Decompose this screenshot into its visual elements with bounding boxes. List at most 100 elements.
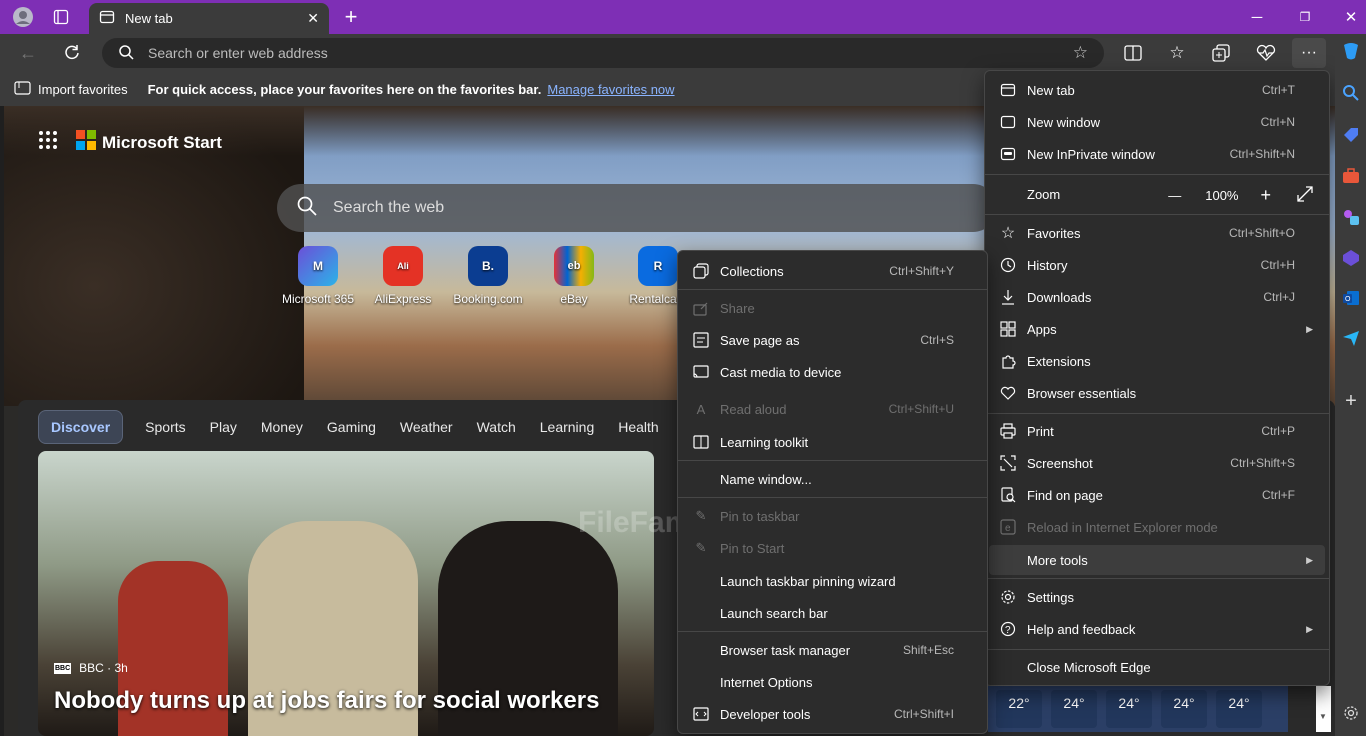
web-search-box[interactable]: Search the web <box>277 184 997 232</box>
zoom-in-button[interactable]: + <box>1260 185 1271 206</box>
shopping-tag-icon[interactable] <box>1340 124 1362 146</box>
tab-health[interactable]: Health <box>618 419 658 435</box>
menu-learning-toolkit[interactable]: Learning toolkit <box>682 427 984 457</box>
microsoft-start-logo[interactable]: Microsoft Start <box>38 130 222 155</box>
scrollbar[interactable]: ▼ <box>1316 686 1331 732</box>
tab-play[interactable]: Play <box>210 419 237 435</box>
menu-label: Browser essentials <box>1027 385 1137 401</box>
weather-temp[interactable]: 22° <box>996 690 1042 728</box>
tab-weather[interactable]: Weather <box>400 419 453 435</box>
back-arrow-icon[interactable]: ← <box>17 42 39 64</box>
menu-pin-to-start: ✎ Pin to Start <box>682 533 984 563</box>
address-bar[interactable]: Search or enter web address ☆ <box>102 38 1104 68</box>
menu-shortcut: Ctrl+N <box>1260 115 1295 129</box>
submenu-arrow-icon: ▶ <box>1306 323 1313 334</box>
send-icon[interactable] <box>1340 327 1362 349</box>
menu-new-window[interactable]: New window Ctrl+N <box>989 107 1325 137</box>
menu-downloads[interactable]: Downloads Ctrl+J <box>989 282 1325 312</box>
menu-more-tools[interactable]: More tools ▶ <box>989 545 1325 575</box>
menu-label: Reload in Internet Explorer mode <box>1027 519 1218 535</box>
add-sidebar-app-icon[interactable]: + <box>1340 390 1362 412</box>
favorite-star-icon[interactable]: ☆ <box>1073 43 1088 63</box>
copilot-icon[interactable] <box>1340 40 1362 62</box>
weather-temp[interactable]: 24° <box>1161 690 1207 728</box>
menu-browser-task-manager[interactable]: Browser task manager Shift+Esc <box>682 635 984 665</box>
tab-discover[interactable]: Discover <box>38 410 124 444</box>
tab-learning[interactable]: Learning <box>540 419 595 435</box>
menu-new-tab[interactable]: New tab Ctrl+T <box>989 75 1325 105</box>
menu-settings[interactable]: Settings <box>989 582 1325 612</box>
tab-new-tab[interactable]: New tab ✕ <box>89 3 329 34</box>
profile-avatar-icon[interactable] <box>12 6 34 28</box>
aliexpress-icon: Ali <box>383 246 423 286</box>
sidebar-settings-gear-icon[interactable] <box>1340 702 1362 724</box>
window-close-icon[interactable]: ✕ <box>1340 6 1362 28</box>
news-card[interactable]: BBC BBC · 3h Nobody turns up at jobs fai… <box>38 451 654 736</box>
settings-and-more-icon[interactable]: ··· <box>1292 38 1326 68</box>
weather-temp[interactable]: 24° <box>1051 690 1097 728</box>
menu-label: New InPrivate window <box>1027 146 1155 162</box>
microsoft-logo-icon <box>76 130 96 155</box>
menu-screenshot[interactable]: Screenshot Ctrl+Shift+S <box>989 448 1325 478</box>
menu-new-inprivate-window[interactable]: New InPrivate window Ctrl+Shift+N <box>989 139 1325 169</box>
menu-apps[interactable]: Apps ▶ <box>989 314 1325 344</box>
weather-temp[interactable]: 24° <box>1216 690 1262 728</box>
minimize-icon[interactable]: ─ <box>1246 6 1268 28</box>
search-icon[interactable] <box>1340 82 1362 104</box>
quick-link-aliexpress[interactable]: Ali AliExpress <box>363 246 443 306</box>
menu-collections[interactable]: Collections Ctrl+Shift+Y <box>682 256 984 286</box>
games-icon[interactable] <box>1340 206 1362 228</box>
menu-pinning-wizard[interactable]: Launch taskbar pinning wizard <box>682 566 984 596</box>
import-favorites-button[interactable]: Import favorites <box>38 82 128 97</box>
apps-grid-icon[interactable] <box>38 130 58 155</box>
quick-link-label: AliExpress <box>374 292 432 306</box>
download-icon <box>999 288 1017 306</box>
quick-link-booking[interactable]: B. Booking.com <box>448 246 528 306</box>
menu-history[interactable]: History Ctrl+H <box>989 250 1325 280</box>
weather-temp[interactable]: 24° <box>1106 690 1152 728</box>
split-screen-icon[interactable] <box>1122 42 1144 64</box>
menu-launch-search-bar[interactable]: Launch search bar <box>682 598 984 628</box>
menu-label: Share <box>720 300 755 316</box>
menu-developer-tools[interactable]: Developer tools Ctrl+Shift+I <box>682 699 984 729</box>
menu-label: Print <box>1027 423 1054 439</box>
microsoft-365-icon[interactable] <box>1340 247 1362 269</box>
tab-gaming[interactable]: Gaming <box>327 419 376 435</box>
menu-close-edge[interactable]: Close Microsoft Edge <box>989 652 1325 682</box>
news-headline[interactable]: Nobody turns up at jobs fairs for social… <box>54 687 599 715</box>
menu-find-on-page[interactable]: Find on page Ctrl+F <box>989 480 1325 510</box>
search-icon <box>118 44 134 63</box>
menu-browser-essentials[interactable]: Browser essentials <box>989 378 1325 408</box>
refresh-icon[interactable] <box>61 42 83 64</box>
zoom-level: 100% <box>1205 188 1239 203</box>
menu-favorites[interactable]: ☆ Favorites Ctrl+Shift+O <box>989 218 1325 248</box>
pin-icon: ✎ <box>695 508 707 523</box>
menu-internet-options[interactable]: Internet Options <box>682 667 984 697</box>
menu-cast-media[interactable]: Cast media to device <box>682 357 984 387</box>
manage-favorites-link[interactable]: Manage favorites now <box>547 82 674 97</box>
tab-sports[interactable]: Sports <box>145 419 185 435</box>
browser-essentials-icon[interactable] <box>1255 42 1277 64</box>
microsoft-365-icon: M <box>298 246 338 286</box>
tab-watch[interactable]: Watch <box>477 419 516 435</box>
collections-icon[interactable] <box>1210 42 1232 64</box>
menu-shortcut: Ctrl+J <box>1263 290 1295 304</box>
menu-shortcut: Ctrl+T <box>1262 83 1295 97</box>
tab-money[interactable]: Money <box>261 419 303 435</box>
menu-print[interactable]: Print Ctrl+P <box>989 416 1325 446</box>
menu-extensions[interactable]: Extensions <box>989 346 1325 376</box>
quick-link-microsoft-365[interactable]: M Microsoft 365 <box>278 246 358 306</box>
new-tab-plus-icon[interactable]: + <box>340 4 362 29</box>
close-tab-icon[interactable]: ✕ <box>307 10 319 27</box>
fullscreen-icon[interactable] <box>1297 186 1313 205</box>
quick-link-ebay[interactable]: eb eBay <box>534 246 614 306</box>
zoom-out-button[interactable]: — <box>1168 188 1181 203</box>
menu-save-page-as[interactable]: Save page as Ctrl+S <box>682 325 984 355</box>
menu-help-and-feedback[interactable]: ? Help and feedback ▶ <box>989 614 1325 644</box>
tab-actions-icon[interactable] <box>50 6 72 28</box>
restore-icon[interactable]: ❐ <box>1294 6 1316 28</box>
outlook-icon[interactable]: O <box>1340 287 1362 309</box>
favorites-icon[interactable]: ☆ <box>1166 42 1188 64</box>
tools-briefcase-icon[interactable] <box>1340 165 1362 187</box>
menu-name-window[interactable]: Name window... <box>682 464 984 494</box>
